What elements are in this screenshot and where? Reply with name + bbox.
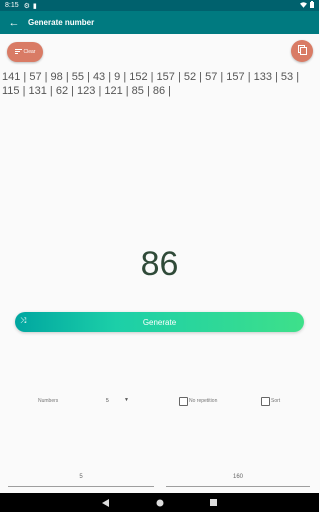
- clear-label: Clear: [23, 49, 36, 55]
- wifi-icon: [300, 1, 307, 10]
- status-time: 8:15: [5, 2, 19, 9]
- back-nav-icon[interactable]: [101, 498, 111, 508]
- battery-icon: [310, 1, 314, 10]
- options-row: Numbers 5 ▼ No repetition Sort: [0, 396, 319, 408]
- arrow-left-icon[interactable]: ←: [0, 17, 28, 29]
- clear-button[interactable]: Clear: [7, 42, 43, 62]
- no-repetition-checkbox[interactable]: [179, 397, 188, 406]
- app-bar: ← Generate number: [0, 11, 319, 34]
- shuffle-icon: ⤨: [20, 316, 27, 325]
- numbers-label: Numbers: [38, 398, 59, 404]
- generate-button[interactable]: ⤨ Generate: [15, 312, 304, 332]
- range-min-input[interactable]: 5: [8, 474, 154, 487]
- clear-icon: [14, 48, 22, 56]
- no-repetition-label: No repetition: [189, 398, 218, 404]
- sim-icon: ▮: [32, 2, 37, 10]
- status-bar: 8:15 ⚙ ▮: [0, 0, 319, 11]
- result-number: 86: [140, 245, 179, 283]
- page-title: Generate number: [28, 18, 95, 27]
- sort-label: Sort: [271, 398, 281, 404]
- home-nav-icon[interactable]: [155, 498, 165, 508]
- numbers-select[interactable]: 5: [106, 398, 109, 404]
- chevron-down-icon[interactable]: ▼: [124, 397, 129, 403]
- navigation-bar: [0, 493, 319, 512]
- recents-nav-icon[interactable]: [209, 498, 219, 508]
- generate-label: Generate: [142, 317, 177, 327]
- copy-icon: [297, 42, 307, 60]
- gear-icon: ⚙: [23, 2, 30, 10]
- sort-checkbox[interactable]: [261, 397, 270, 406]
- range-max-input[interactable]: 160: [166, 474, 310, 487]
- history-text: 141 | 57 | 98 | 55 | 43 | 9 | 152 | 157 …: [2, 71, 300, 97]
- copy-button[interactable]: [291, 40, 313, 62]
